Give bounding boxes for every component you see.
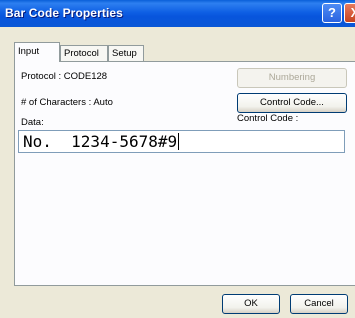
data-input[interactable]: No. 1234-5678#9 [18, 130, 345, 153]
data-input-text: No. 1234-5678#9 [23, 132, 180, 152]
ok-button[interactable]: OK [222, 294, 280, 314]
tab-input[interactable]: Input [14, 42, 60, 62]
characters-label: # of Characters : Auto [21, 97, 113, 108]
protocol-label: Protocol : CODE128 [21, 71, 108, 82]
control-code-button[interactable]: Control Code... [237, 93, 347, 113]
cancel-button[interactable]: Cancel [290, 294, 348, 314]
dialog-window: Bar Code Properties ? X Input Protocol S… [0, 0, 355, 318]
text-cursor [178, 133, 180, 150]
input-tab-panel: Protocol : CODE128 # of Characters : Aut… [14, 61, 355, 286]
data-value: No. 1234-5678#9 [23, 132, 178, 151]
numbering-button[interactable]: Numbering [237, 68, 347, 88]
data-label: Data: [21, 117, 44, 128]
close-button[interactable]: X [344, 3, 355, 23]
tab-protocol[interactable]: Protocol [60, 45, 108, 61]
control-code-label: Control Code : [237, 113, 299, 124]
window-title: Bar Code Properties [5, 6, 123, 20]
title-bar[interactable]: Bar Code Properties ? X [0, 0, 355, 27]
tab-setup[interactable]: Setup [108, 45, 144, 61]
help-button[interactable]: ? [322, 3, 342, 23]
